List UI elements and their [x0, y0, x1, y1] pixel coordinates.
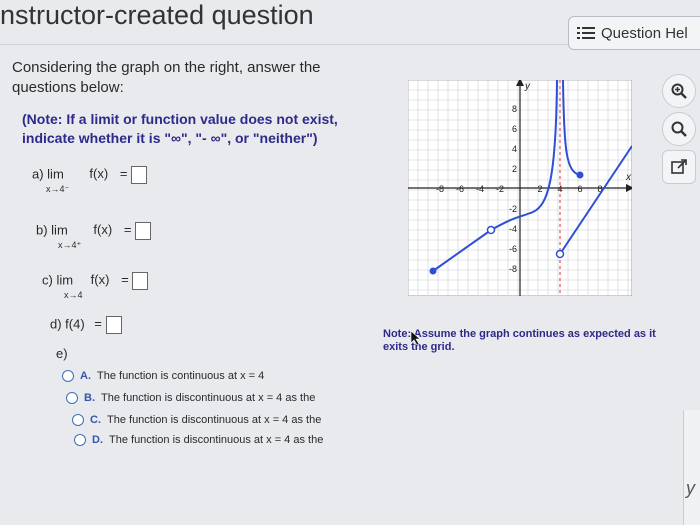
y-tick-label: -8 — [509, 264, 517, 274]
part-c-func: f(x) — [90, 272, 110, 288]
choice-a[interactable]: A. The function is continuous at x = 4 — [62, 370, 264, 382]
choice-a-radio[interactable] — [62, 370, 74, 382]
x-tick-label: -8 — [436, 184, 444, 194]
part-c: c) lim f(x) = x→4 — [42, 272, 149, 300]
zoom-out-icon — [671, 121, 687, 137]
y-tick-label: -2 — [509, 204, 517, 214]
choice-c-letter: C. — [90, 414, 101, 426]
part-a: a) lim f(x) = x→4⁻ — [32, 166, 148, 194]
part-b-eq: = — [123, 222, 132, 238]
choice-c-text: The function is discontinuous at x = 4 a… — [107, 414, 322, 426]
part-e-label: e) — [56, 346, 68, 361]
x-tick-label: -4 — [476, 184, 484, 194]
side-panel-edge — [683, 410, 700, 525]
zoom-in-icon — [671, 83, 687, 99]
part-a-label: a) lim — [32, 166, 64, 182]
side-panel-text: y — [686, 478, 695, 498]
part-b-sub: x→4⁺ — [58, 240, 82, 250]
choice-a-letter: A. — [80, 370, 91, 382]
page-title: nstructor-created question — [0, 0, 314, 30]
part-a-sub: x→4⁻ — [46, 184, 70, 194]
part-c-sub: x→4 — [64, 290, 83, 300]
graph-note: Note: Assume the graph continues as expe… — [383, 328, 656, 353]
answer-c-input[interactable] — [132, 272, 149, 290]
y-tick-label: 8 — [512, 104, 517, 114]
open-point-left — [486, 225, 496, 235]
choice-d-text: The function is discontinuous at x = 4 a… — [109, 434, 324, 446]
question-help-button[interactable]: Question Hel — [568, 16, 700, 50]
y-tick-label: -6 — [509, 244, 517, 254]
external-link-icon — [671, 159, 687, 174]
part-c-label: c) lim — [42, 272, 74, 288]
x-tick-label: 2 — [537, 184, 542, 194]
y-tick-label: -4 — [509, 224, 517, 234]
part-a-eq: = — [119, 166, 128, 182]
part-b-func: f(x) — [93, 222, 113, 238]
part-a-func: f(x) — [89, 166, 109, 182]
y-tick-label: 6 — [512, 124, 517, 134]
y-tick-label: 2 — [512, 164, 517, 174]
choice-d[interactable]: D. The function is discontinuous at x = … — [74, 434, 323, 446]
choice-c[interactable]: C. The function is discontinuous at x = … — [72, 414, 321, 426]
part-d: d) f(4) = — [50, 316, 122, 334]
zoom-out-button[interactable] — [662, 112, 696, 146]
list-icon — [577, 27, 595, 39]
part-d-eq: = — [94, 316, 102, 332]
choice-c-radio[interactable] — [72, 414, 84, 426]
answer-b-input[interactable] — [135, 222, 152, 240]
choice-b[interactable]: B. The function is discontinuous at x = … — [66, 392, 315, 404]
question-help-label: Question Hel — [601, 24, 688, 42]
y-tick-label: 4 — [512, 144, 517, 154]
x-axis-label: x — [625, 172, 632, 183]
choice-b-text: The function is discontinuous at x = 4 a… — [101, 392, 316, 404]
choice-b-letter: B. — [84, 392, 95, 404]
answer-d-input[interactable] — [105, 316, 122, 334]
closed-point-left — [429, 267, 437, 275]
x-tick-label: 4 — [557, 184, 562, 194]
question-note: (Note: If a limit or function value does… — [22, 111, 338, 146]
part-c-eq: = — [121, 272, 129, 288]
y-axis-label: y — [524, 81, 531, 92]
closed-point-right — [576, 171, 584, 179]
part-b: b) lim f(x) = x→4⁺ — [36, 222, 152, 250]
choice-a-text: The function is continuous at x = 4 — [97, 370, 265, 382]
function-graph: -8 -6 -4 -2 2 4 6 8 8642-2-4-6-8 x y — [408, 80, 632, 296]
choice-b-radio[interactable] — [66, 392, 78, 404]
question-intro: Considering the graph on the right, answ… — [12, 59, 321, 96]
part-d-label: d) f(4) — [50, 316, 85, 332]
answer-a-input[interactable] — [131, 166, 148, 184]
zoom-in-button[interactable] — [662, 74, 696, 108]
cursor-icon — [411, 331, 421, 345]
choice-d-letter: D. — [92, 434, 103, 446]
open-external-button[interactable] — [662, 150, 696, 184]
x-tick-label: -6 — [456, 184, 464, 194]
part-b-label: b) lim — [36, 222, 68, 238]
open-point-right — [555, 249, 565, 259]
choice-d-radio[interactable] — [74, 434, 86, 446]
x-tick-label: -2 — [496, 184, 504, 194]
x-tick-label: 6 — [577, 184, 582, 194]
